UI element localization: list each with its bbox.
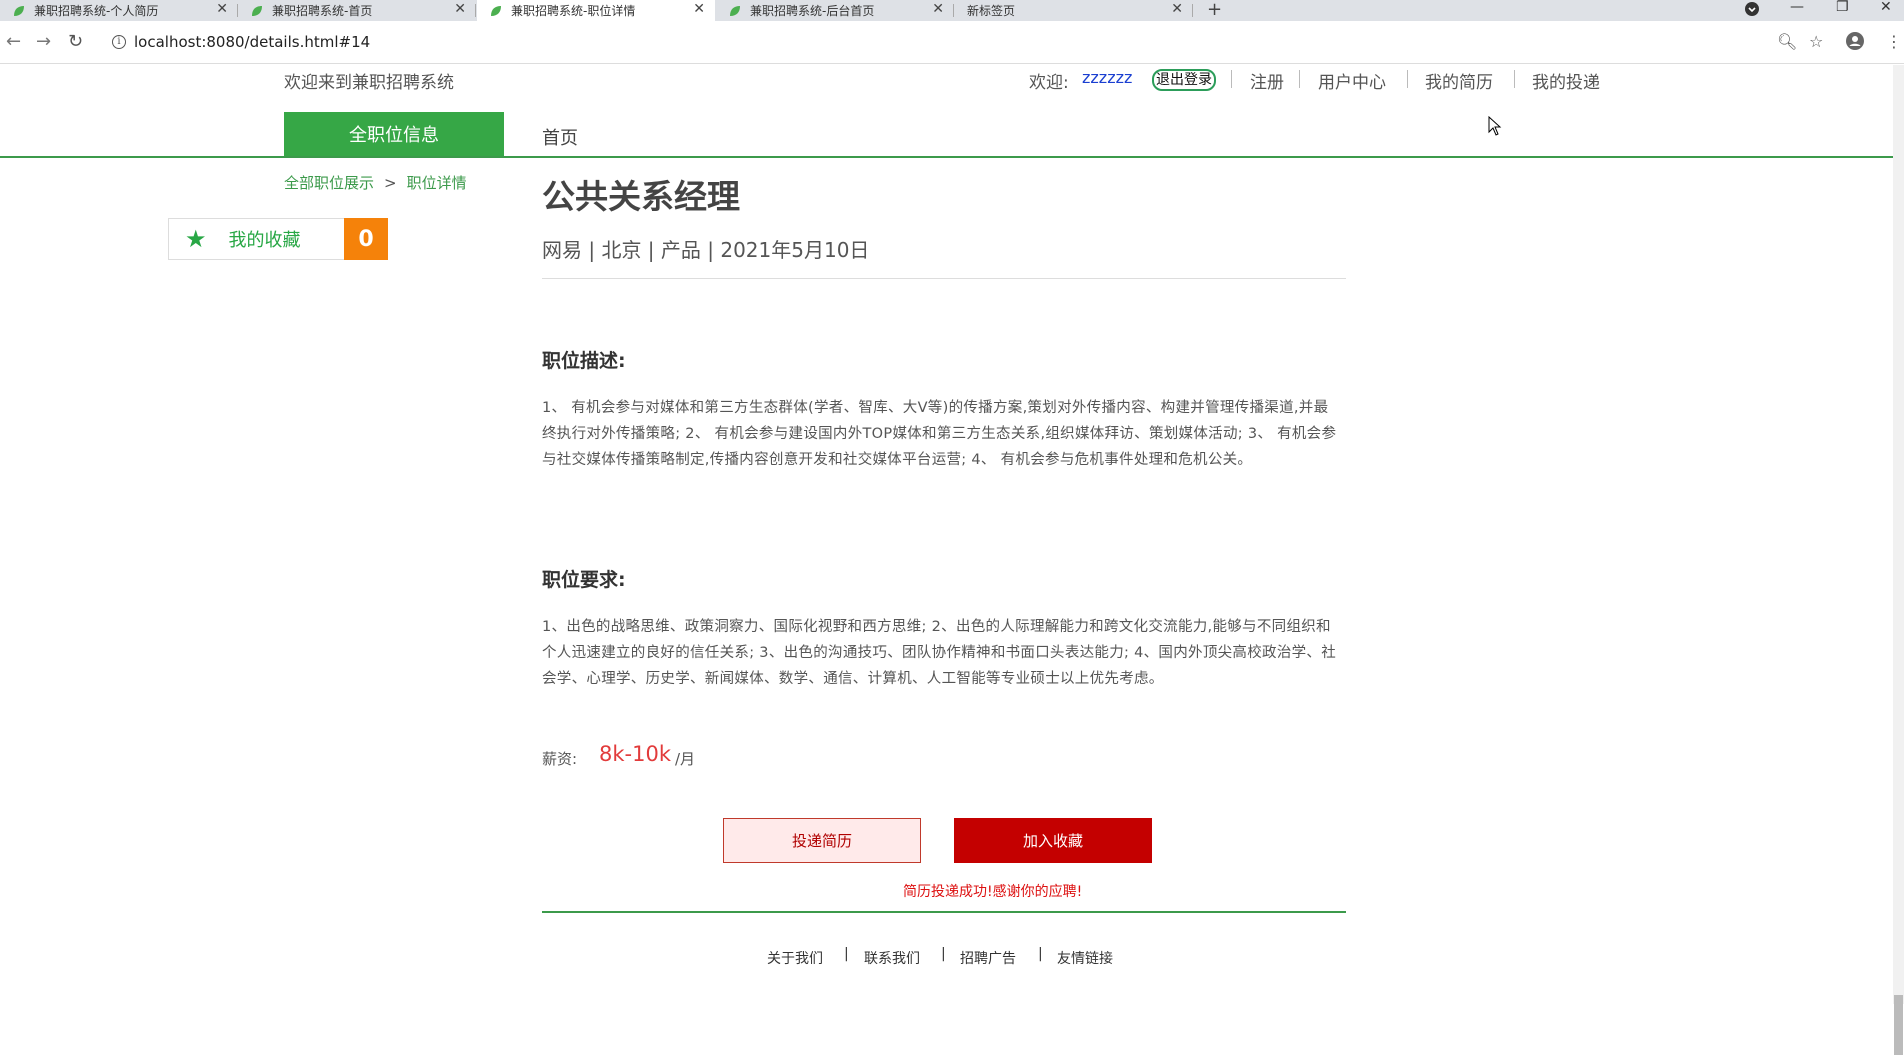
browser-tab-active[interactable]: 兼职招聘系统-职位详情 ✕ [477, 0, 715, 21]
tab-title: 兼职招聘系统-后台首页 [750, 4, 875, 18]
footer-separator: | [941, 946, 946, 962]
scrollbar-thumb[interactable] [1894, 995, 1903, 1055]
tab-close-icon[interactable]: ✕ [454, 1, 466, 17]
tab-title: 兼职招聘系统-职位详情 [511, 4, 636, 18]
job-title: 公共关系经理 [542, 177, 740, 216]
nav-my-applications-link[interactable]: 我的投递 [1532, 68, 1600, 93]
logout-button[interactable]: 退出登录 [1152, 69, 1216, 91]
browser-tab[interactable]: 兼职招聘系统-首页 ✕ [238, 0, 476, 21]
mouse-cursor-icon [1488, 116, 1502, 136]
divider [542, 278, 1346, 279]
my-favorites-box[interactable]: ★ 我的收藏 [168, 218, 344, 260]
nav-divider [0, 156, 1893, 158]
breadcrumb-current: 职位详情 [406, 174, 467, 192]
all-jobs-button[interactable]: 全职位信息 [284, 112, 504, 156]
add-favorite-button[interactable]: 加入收藏 [954, 818, 1152, 863]
username-link[interactable]: zzzzzz [1082, 68, 1132, 87]
job-description-heading: 职位描述: [542, 350, 626, 372]
reload-icon[interactable]: ↻ [68, 31, 83, 52]
favorites-count-badge: 0 [344, 218, 388, 260]
job-description-text: 1、 有机会参与对媒体和第三方生态群体(学者、智库、大V等)的传播方案,策划对外… [542, 400, 1337, 468]
leaf-favicon-icon [14, 5, 24, 16]
menu-kebab-icon[interactable]: ⋮ [1886, 32, 1902, 51]
site-welcome-text: 欢迎来到兼职招聘系统 [284, 73, 454, 93]
browser-tab[interactable]: 兼职招聘系统-个人简历 ✕ [0, 0, 238, 21]
apply-success-message: 简历投递成功!感谢你的应聘! [903, 884, 1083, 900]
breadcrumb: 全部职位展示 > 职位详情 [284, 172, 467, 193]
nav-user-center-link[interactable]: 用户中心 [1318, 68, 1386, 93]
tab-close-icon[interactable]: ✕ [932, 1, 944, 17]
submit-resume-button[interactable]: 投递简历 [723, 818, 921, 863]
forward-icon[interactable]: → [36, 31, 51, 52]
browser-tabstrip: 兼职招聘系统-个人简历 ✕ 兼职招聘系统-首页 ✕ 兼职招聘系统-职位详情 ✕ … [0, 0, 1904, 21]
tab-title: 兼职招聘系统-首页 [272, 4, 373, 18]
profile-icon[interactable] [1846, 32, 1864, 54]
home-link[interactable]: 首页 [542, 124, 578, 150]
job-meta: 网易 | 北京 | 产品 | 2021年5月10日 [542, 238, 870, 262]
breadcrumb-all-jobs-link[interactable]: 全部职位展示 [284, 174, 374, 192]
browser-tab[interactable]: 新标签页 ✕ [955, 0, 1193, 21]
leaf-favicon-icon [252, 5, 262, 16]
browser-toolbar: ← → ↻ i localhost:8080/details.html#14 🔍… [0, 21, 1904, 64]
minimize-icon[interactable]: — [1790, 0, 1804, 15]
new-tab-icon[interactable]: + [1207, 0, 1222, 20]
browser-tab[interactable]: 兼职招聘系统-后台首页 ✕ [716, 0, 954, 21]
footer-divider [542, 911, 1346, 913]
job-requirements-text: 1、出色的战略思维、政策洞察力、国际化视野和西方思维; 2、出色的人际理解能力和… [542, 619, 1337, 687]
salary-value: 8k-10k [599, 742, 671, 766]
footer-separator: | [844, 946, 849, 962]
greeting-label: 欢迎: [1029, 73, 1069, 93]
leaf-favicon-icon [491, 5, 501, 16]
nav-register-link[interactable]: 注册 [1250, 68, 1284, 93]
address-bar[interactable]: localhost:8080/details.html#14 [134, 33, 370, 51]
my-favorites-label: 我的收藏 [228, 230, 301, 251]
footer-contact-link[interactable]: 联系我们 [864, 948, 920, 968]
footer-about-link[interactable]: 关于我们 [767, 948, 823, 968]
tab-search-icon[interactable] [1744, 0, 1760, 20]
breadcrumb-separator: > [384, 174, 397, 192]
back-icon[interactable]: ← [6, 31, 21, 52]
leaf-favicon-icon [730, 5, 740, 16]
tab-title: 新标签页 [967, 4, 1016, 18]
nav-my-resume-link[interactable]: 我的简历 [1425, 68, 1493, 93]
job-requirements-heading: 职位要求: [542, 569, 626, 591]
footer-separator: | [1038, 946, 1043, 962]
page-scrollbar[interactable] [1893, 65, 1904, 1055]
footer-ads-link[interactable]: 招聘广告 [960, 948, 1016, 968]
salary-unit: /月 [675, 750, 696, 768]
footer-friends-link[interactable]: 友情链接 [1057, 948, 1113, 968]
tab-close-icon[interactable]: ✕ [693, 1, 705, 17]
salary-label: 薪资: [542, 750, 578, 768]
restore-icon[interactable]: ❐ [1836, 0, 1849, 15]
tab-close-icon[interactable]: ✕ [216, 1, 228, 17]
tab-close-icon[interactable]: ✕ [1171, 1, 1183, 17]
bookmark-star-icon[interactable]: ☆ [1809, 32, 1823, 51]
zoom-icon[interactable]: 🔍︎ [1777, 32, 1797, 51]
close-window-icon[interactable]: ✕ [1880, 0, 1892, 15]
star-icon: ★ [185, 225, 207, 253]
site-info-icon[interactable]: i [112, 35, 126, 49]
tab-title: 兼职招聘系统-个人简历 [34, 4, 159, 18]
